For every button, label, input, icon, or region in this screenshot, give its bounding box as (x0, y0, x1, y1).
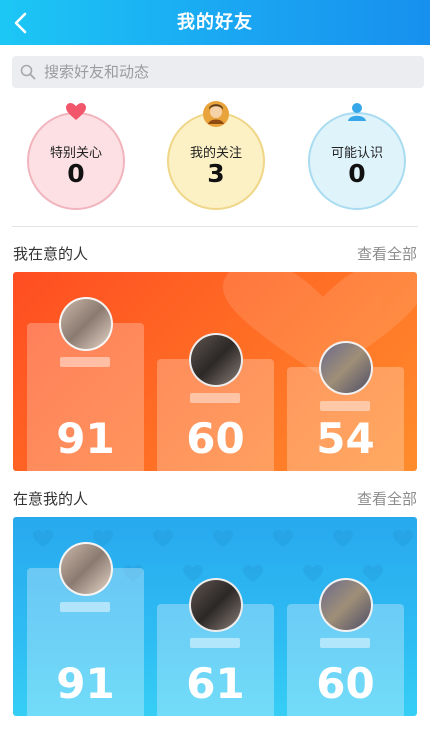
divider (12, 226, 418, 227)
rank-card[interactable]: 61 (157, 578, 274, 716)
maybe-know-button[interactable]: 可能认识 0 (308, 103, 406, 210)
avatar (318, 578, 373, 632)
avatar (58, 297, 113, 351)
top-nav-bar: 我的好友 (0, 0, 430, 45)
stat-value: 0 (67, 159, 85, 188)
name-blur (320, 638, 370, 648)
name-blur (60, 357, 110, 367)
rank-card[interactable]: 60 (287, 578, 404, 716)
cared-ranking-panel: 91 61 60 (13, 517, 417, 716)
avatar (188, 333, 243, 387)
rank-card[interactable]: 91 (27, 297, 144, 471)
view-all-link[interactable]: 查看全部 (357, 243, 417, 264)
stat-value: 0 (348, 159, 366, 188)
name-blur (60, 602, 110, 612)
view-all-link[interactable]: 查看全部 (357, 488, 417, 509)
stat-value: 3 (207, 159, 225, 188)
name-blur (320, 401, 370, 411)
care-ranking-panel: 91 60 54 (13, 272, 417, 471)
score: 61 (186, 659, 245, 708)
avatar-icon (203, 101, 229, 127)
score: 60 (186, 414, 245, 463)
rank-card[interactable]: 91 (27, 542, 144, 716)
page-title: 我的好友 (177, 12, 253, 33)
person-icon (348, 103, 366, 121)
my-follow-button[interactable]: 我的关注 3 (167, 101, 265, 210)
search-input[interactable]: 搜索好友和动态 (12, 56, 424, 88)
heart-icon (66, 103, 86, 120)
rank-card[interactable]: 54 (287, 341, 404, 471)
section-title: 我在意的人 (13, 245, 89, 263)
name-blur (190, 393, 240, 403)
rank-card[interactable]: 60 (157, 333, 274, 471)
search-placeholder: 搜索好友和动态 (44, 63, 150, 81)
search-icon (20, 64, 36, 80)
score: 91 (56, 659, 115, 708)
section-title: 在意我的人 (13, 490, 89, 508)
score: 91 (56, 414, 115, 463)
name-blur (190, 638, 240, 648)
special-care-button[interactable]: 特别关心 0 (27, 103, 125, 210)
avatar (188, 578, 243, 632)
score: 54 (316, 414, 375, 463)
avatar (58, 542, 113, 596)
avatar (318, 341, 373, 395)
score: 60 (316, 659, 375, 708)
